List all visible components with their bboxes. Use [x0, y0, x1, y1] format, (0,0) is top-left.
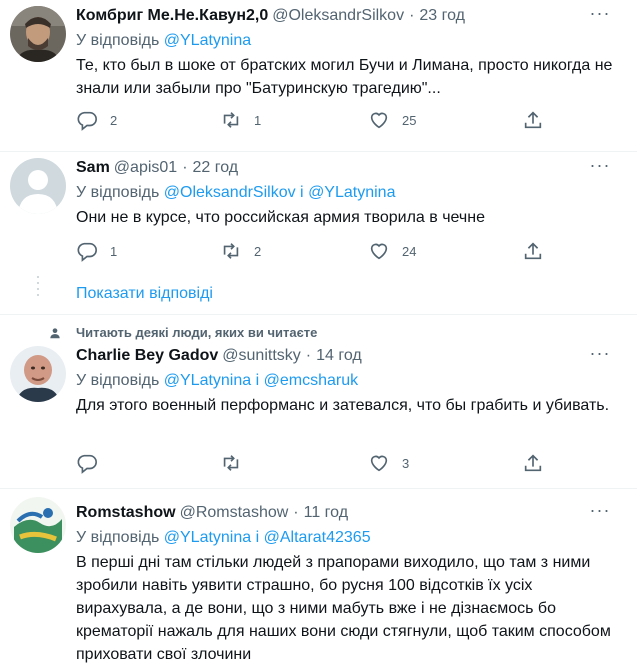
timestamp[interactable]: 14 год [316, 345, 362, 367]
reply-button[interactable]: 1 [76, 240, 117, 262]
social-context: Читають деякі люди, яких ви читаєте [48, 325, 317, 340]
mention-joiner: і [255, 372, 260, 389]
separator-dot: · [305, 347, 312, 364]
tweet[interactable]: Sam @apis01 · 22 год ··· У відповідь @Ol… [0, 152, 637, 314]
tweet-text: Для этого военный перформанс и затевался… [76, 397, 610, 414]
share-button[interactable] [522, 452, 544, 474]
share-button[interactable] [522, 109, 544, 131]
mention-link[interactable]: @YLatynina [164, 529, 251, 546]
avatar[interactable] [10, 158, 66, 214]
like-button[interactable]: 25 [368, 109, 416, 131]
tweet[interactable]: Romstashow @Romstashow · 11 год ··· У ві… [0, 489, 637, 665]
social-context-label: Читають деякі люди, яких ви читаєте [76, 325, 318, 340]
tweet-text: В перші дні там стільки людей з прапорам… [76, 554, 611, 663]
heart-icon [370, 112, 388, 129]
show-replies-link[interactable]: Показати відповіді [76, 285, 213, 303]
mention-link[interactable]: @OleksandrSilkov [164, 184, 296, 201]
reply-prefix: У відповідь [76, 32, 160, 49]
mention-link[interactable]: @YLatynina [308, 184, 395, 201]
reply-count: 1 [110, 243, 118, 259]
reply-count: 2 [110, 112, 118, 128]
mention-joiner: і [300, 184, 304, 201]
more-options-icon[interactable]: ··· [587, 343, 613, 369]
retweet-button[interactable] [220, 452, 254, 474]
retweet-icon [223, 243, 239, 259]
timestamp[interactable]: 11 год [304, 502, 348, 524]
retweet-button[interactable]: 1 [220, 109, 261, 131]
mention-link[interactable]: @YLatynina [164, 32, 251, 49]
reply-prefix: У відповідь [76, 529, 160, 546]
share-button[interactable] [522, 240, 544, 262]
avatar[interactable] [10, 6, 66, 62]
author-name[interactable]: Charlie Bey Gadov [76, 345, 218, 367]
retweet-count: 2 [254, 243, 262, 259]
tweet[interactable]: Charlie Bey Gadov @sunittsky · 14 год ··… [0, 343, 637, 486]
mention-link[interactable]: @YLatynina [164, 372, 251, 389]
more-options-icon[interactable]: ··· [587, 500, 613, 526]
author-handle[interactable]: @apis01 [114, 157, 177, 179]
author-name[interactable]: Romstashow [76, 502, 176, 524]
avatar[interactable] [10, 346, 66, 402]
author-handle[interactable]: @Romstashow [180, 502, 289, 524]
mention-link[interactable]: @emcsharuk [264, 372, 359, 389]
retweet-button[interactable]: 2 [220, 240, 261, 262]
tweet-feed: Комбриг Ме.Не.Кавун2,0 @OleksandrSilkov … [0, 0, 637, 665]
retweet-icon [223, 112, 239, 128]
mention-joiner: і [255, 529, 260, 546]
like-button[interactable]: 3 [368, 452, 409, 474]
author-name[interactable]: Комбриг Ме.Не.Кавун2,0 [76, 5, 268, 27]
like-button[interactable]: 24 [368, 240, 416, 262]
reply-icon [77, 242, 97, 262]
reply-icon [77, 111, 97, 131]
heart-icon [370, 455, 388, 472]
divider [0, 314, 637, 315]
reply-button[interactable]: 2 [76, 109, 117, 131]
reply-context: У відповідь @OleksandrSilkov і @YLatynin… [76, 182, 613, 203]
separator-dot: · [409, 7, 415, 24]
mention-link[interactable]: @Altarat42365 [264, 529, 371, 546]
like-count: 3 [402, 455, 410, 471]
timestamp[interactable]: 23 год [419, 5, 465, 27]
heart-icon [370, 243, 388, 260]
tweet-actions: 3 [76, 452, 546, 476]
reply-context: У відповідь @YLatynina [76, 30, 613, 51]
reply-icon [77, 454, 97, 474]
reply-context: У відповідь @YLatynina і @emcsharuk [76, 370, 613, 391]
retweet-count: 1 [254, 112, 262, 128]
reply-prefix: У відповідь [76, 372, 160, 389]
reply-prefix: У відповідь [76, 184, 160, 201]
share-icon [524, 111, 542, 129]
author-handle[interactable]: @sunittsky [222, 345, 300, 367]
thread-connector [37, 276, 39, 300]
more-options-icon[interactable]: ··· [587, 3, 613, 29]
tweet-text: Они не в курсе, что российская армия тво… [76, 209, 485, 226]
like-count: 25 [402, 112, 417, 128]
retweet-icon [223, 455, 239, 471]
avatar[interactable] [10, 497, 66, 553]
separator-dot: · [182, 159, 188, 176]
tweet-text: Те, кто был в шоке от братских могил Буч… [76, 57, 613, 97]
tweet[interactable]: Комбриг Ме.Не.Кавун2,0 @OleksandrSilkov … [0, 0, 637, 152]
reply-button[interactable] [76, 452, 110, 474]
author-handle[interactable]: @OleksandrSilkov [272, 5, 404, 27]
timestamp[interactable]: 22 год [193, 157, 239, 179]
author-name[interactable]: Sam [76, 157, 110, 179]
more-options-icon[interactable]: ··· [587, 155, 613, 181]
share-icon [524, 454, 542, 472]
like-count: 24 [402, 243, 417, 259]
tweet-actions: 2 1 25 [76, 109, 546, 133]
person-icon [50, 327, 60, 338]
share-icon [524, 242, 542, 260]
tweet-actions: 1 2 24 [76, 240, 546, 264]
separator-dot: · [293, 504, 299, 521]
reply-context: У відповідь @YLatynina і @Altarat42365 [76, 527, 613, 548]
